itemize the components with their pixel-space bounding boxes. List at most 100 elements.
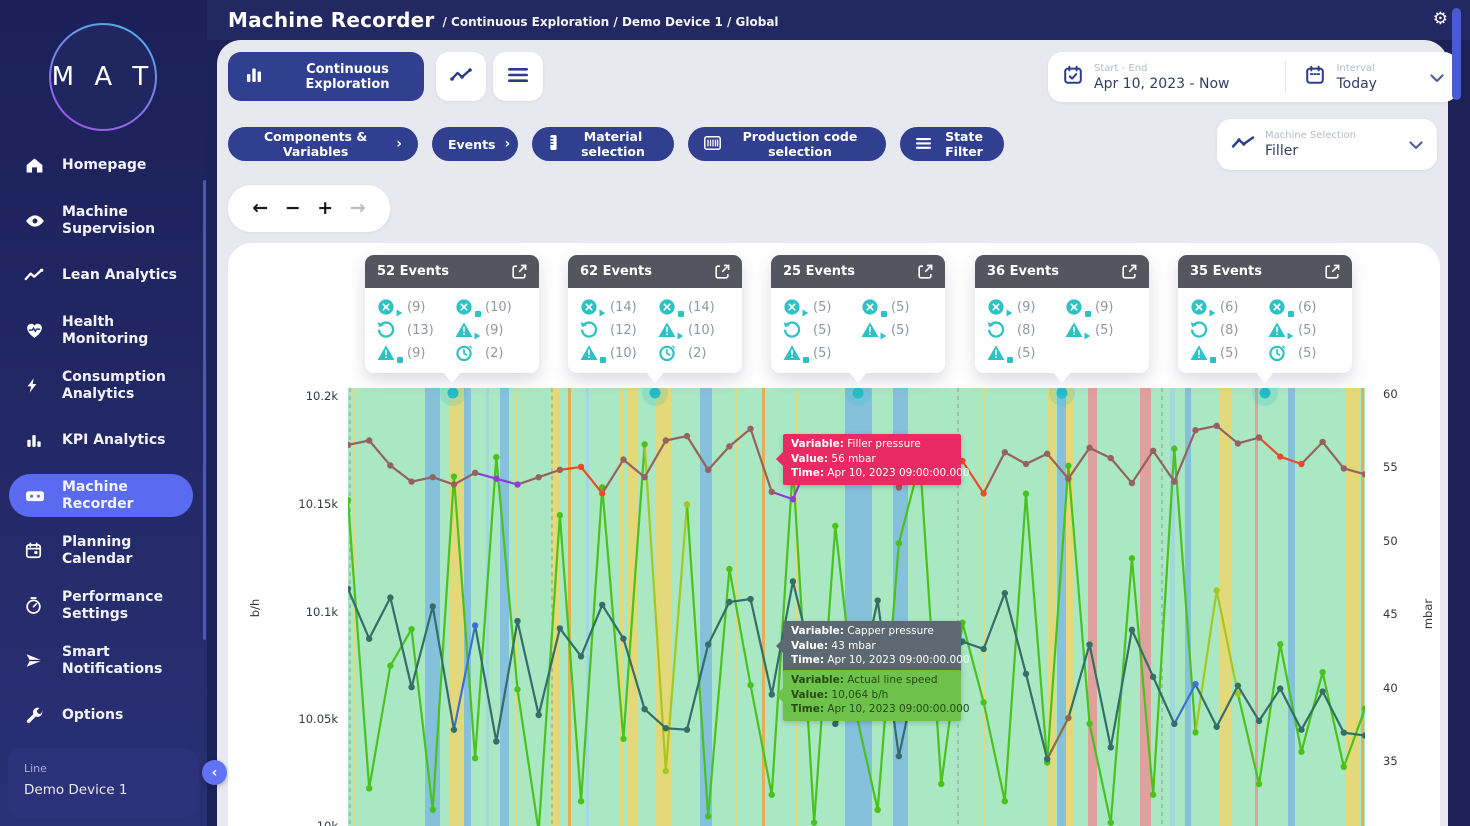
- data-point[interactable]: [430, 603, 436, 609]
- data-point[interactable]: [641, 441, 647, 447]
- sidebar-item-options[interactable]: Options: [0, 688, 207, 743]
- sidebar-item-planning-calendar[interactable]: Planning Calendar: [0, 523, 207, 578]
- data-point[interactable]: [1256, 434, 1262, 440]
- event-dot[interactable]: [448, 388, 459, 399]
- data-point[interactable]: [1277, 641, 1283, 647]
- machine-selection-card[interactable]: Machine Selection Filler: [1217, 119, 1437, 170]
- data-point[interactable]: [387, 663, 393, 669]
- data-point[interactable]: [472, 755, 478, 761]
- data-point[interactable]: [980, 646, 986, 652]
- data-point[interactable]: [620, 456, 626, 462]
- data-point[interactable]: [493, 738, 499, 744]
- data-point[interactable]: [1150, 792, 1156, 798]
- data-point[interactable]: [684, 433, 690, 439]
- sidebar-item-consumption-analytics[interactable]: Consumption Analytics: [0, 358, 207, 413]
- sidebar-item-machine-supervision[interactable]: Machine Supervision: [0, 193, 207, 248]
- open-events-icon[interactable]: [1325, 264, 1340, 279]
- data-point[interactable]: [1171, 478, 1177, 484]
- data-point[interactable]: [620, 736, 626, 742]
- data-point[interactable]: [387, 462, 393, 468]
- data-point[interactable]: [1319, 688, 1325, 694]
- data-point[interactable]: [578, 464, 584, 470]
- data-point[interactable]: [348, 497, 351, 503]
- sidebar-item-kpi-analytics[interactable]: KPI Analytics: [0, 413, 207, 468]
- data-point[interactable]: [578, 798, 584, 804]
- data-point[interactable]: [1044, 451, 1050, 457]
- data-point[interactable]: [1341, 729, 1347, 735]
- gear-icon[interactable]: ⚙: [1433, 9, 1448, 29]
- data-point[interactable]: [535, 474, 541, 480]
- data-point[interactable]: [1171, 721, 1177, 727]
- data-point[interactable]: [790, 496, 796, 502]
- data-point[interactable]: [451, 481, 457, 487]
- data-point[interactable]: [557, 625, 563, 631]
- sidebar-item-machine-recorder[interactable]: Machine Recorder: [0, 468, 207, 523]
- data-point[interactable]: [641, 706, 647, 712]
- data-point[interactable]: [832, 721, 838, 727]
- data-point[interactable]: [599, 490, 605, 496]
- data-point[interactable]: [514, 481, 520, 487]
- data-point[interactable]: [1044, 756, 1050, 762]
- data-point[interactable]: [430, 807, 436, 813]
- events-button[interactable]: Events ›: [432, 127, 518, 161]
- data-point[interactable]: [472, 622, 478, 628]
- production-code-selection-button[interactable]: Production code selection: [688, 127, 886, 161]
- open-events-icon[interactable]: [715, 264, 730, 279]
- list-view-button[interactable]: [493, 52, 543, 101]
- data-point[interactable]: [1192, 427, 1198, 433]
- data-point[interactable]: [980, 699, 986, 705]
- components-variables-button[interactable]: Components & Variables ›: [228, 127, 418, 161]
- data-point[interactable]: [705, 641, 711, 647]
- data-point[interactable]: [408, 684, 414, 690]
- data-point[interactable]: [1277, 453, 1283, 459]
- data-point[interactable]: [535, 712, 541, 718]
- data-point[interactable]: [1341, 465, 1347, 471]
- data-point[interactable]: [1213, 423, 1219, 429]
- open-events-icon[interactable]: [512, 264, 527, 279]
- data-point[interactable]: [1235, 682, 1241, 688]
- data-point[interactable]: [1002, 590, 1008, 596]
- line-chart-view-button[interactable]: [436, 52, 486, 101]
- data-point[interactable]: [896, 753, 902, 759]
- data-point[interactable]: [896, 484, 902, 490]
- data-point[interactable]: [1002, 449, 1008, 455]
- data-point[interactable]: [726, 566, 732, 572]
- data-point[interactable]: [387, 594, 393, 600]
- data-point[interactable]: [1213, 587, 1219, 593]
- data-point[interactable]: [938, 781, 944, 787]
- data-point[interactable]: [1341, 764, 1347, 770]
- data-point[interactable]: [1086, 445, 1092, 451]
- data-point[interactable]: [1086, 721, 1092, 727]
- breadcrumb-segment[interactable]: / Continuous Exploration: [442, 15, 609, 29]
- sidebar-item-health-monitoring[interactable]: Health Monitoring: [0, 303, 207, 358]
- data-point[interactable]: [348, 586, 351, 592]
- data-point[interactable]: [663, 437, 669, 443]
- sidebar-item-performance-settings[interactable]: Performance Settings: [0, 578, 207, 633]
- data-point[interactable]: [451, 473, 457, 479]
- data-point[interactable]: [1192, 729, 1198, 735]
- sidebar-item-smart-notifications[interactable]: Smart Notifications: [0, 633, 207, 688]
- data-point[interactable]: [557, 467, 563, 473]
- sidebar-item-homepage[interactable]: Homepage: [0, 138, 207, 193]
- data-point[interactable]: [980, 490, 986, 496]
- breadcrumb-segment[interactable]: / Demo Device 1: [609, 15, 723, 29]
- data-point[interactable]: [1298, 749, 1304, 755]
- data-point[interactable]: [493, 454, 499, 460]
- data-point[interactable]: [1298, 461, 1304, 467]
- data-point[interactable]: [769, 489, 775, 495]
- data-point[interactable]: [514, 686, 520, 692]
- sidebar-scrollbar[interactable]: [203, 180, 206, 640]
- data-point[interactable]: [663, 768, 669, 774]
- event-dot[interactable]: [650, 388, 661, 399]
- data-point[interactable]: [1277, 685, 1283, 691]
- data-point[interactable]: [1023, 491, 1029, 497]
- data-point[interactable]: [1002, 798, 1008, 804]
- data-point[interactable]: [408, 478, 414, 484]
- data-point[interactable]: [493, 475, 499, 481]
- data-point[interactable]: [1319, 439, 1325, 445]
- data-point[interactable]: [747, 682, 753, 688]
- start-end-field[interactable]: Start - End Apr 10, 2023 - Now: [1094, 63, 1229, 92]
- data-point[interactable]: [769, 691, 775, 697]
- data-point[interactable]: [366, 635, 372, 641]
- event-dot[interactable]: [853, 388, 864, 399]
